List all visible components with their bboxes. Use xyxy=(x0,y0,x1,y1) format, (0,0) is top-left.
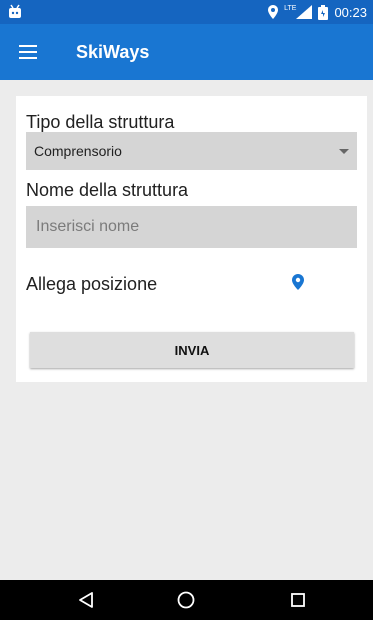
system-nav-bar xyxy=(0,580,373,620)
nav-recents-icon[interactable] xyxy=(286,588,310,612)
map-marker-icon[interactable] xyxy=(292,274,304,290)
battery-icon xyxy=(318,4,329,20)
structure-name-label: Nome della struttura xyxy=(26,180,189,200)
submit-button[interactable]: INVIA xyxy=(30,332,354,368)
clock: 00:23 xyxy=(334,4,367,20)
signal-icon xyxy=(296,5,313,19)
status-bar: LTE 00:23 xyxy=(0,0,373,24)
nav-home-icon[interactable] xyxy=(174,588,198,612)
app-bar: SkiWays xyxy=(0,24,373,80)
structure-type-select[interactable]: Comprensorio xyxy=(26,132,357,170)
structure-name-input[interactable]: Inserisci nome xyxy=(26,206,357,248)
attach-location-label: Allega posizione xyxy=(26,274,158,294)
form-card: Tipo della struttura Comprensorio Nome d… xyxy=(16,96,367,382)
structure-name-placeholder: Inserisci nome xyxy=(36,218,140,235)
android-notification-icon xyxy=(9,4,21,18)
nav-back-icon[interactable] xyxy=(74,588,98,612)
location-status-icon xyxy=(268,5,279,19)
app-title: SkiWays xyxy=(76,42,150,62)
structure-type-label: Tipo della struttura xyxy=(26,112,175,132)
network-type-label: LTE xyxy=(284,4,297,12)
status-icons: LTE 00:23 xyxy=(268,3,367,21)
structure-type-value: Comprensorio xyxy=(34,143,122,159)
dropdown-arrow-icon xyxy=(339,149,349,154)
hamburger-menu-icon[interactable] xyxy=(0,24,56,80)
